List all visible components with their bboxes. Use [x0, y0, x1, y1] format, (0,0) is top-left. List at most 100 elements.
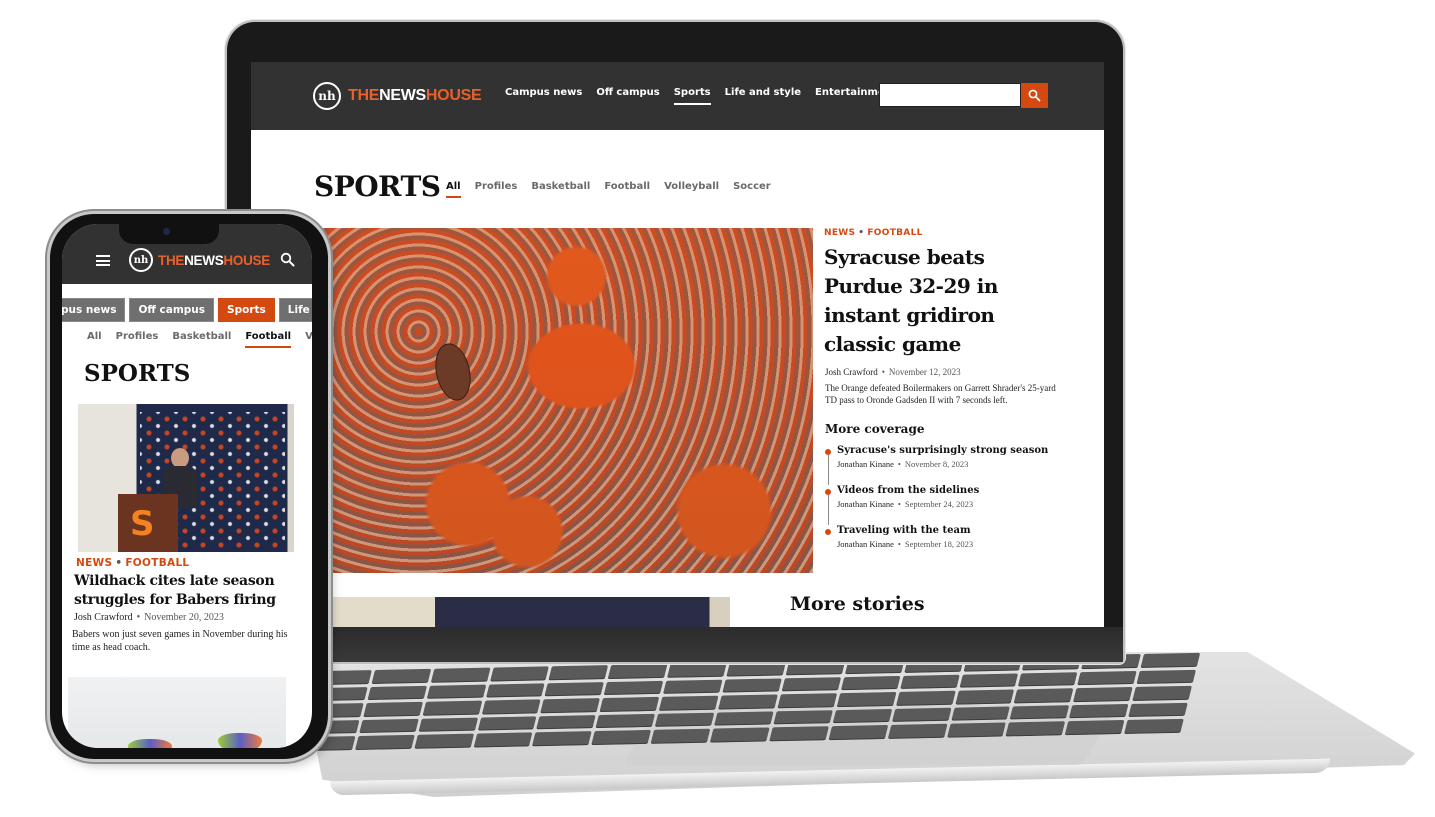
tab-profiles[interactable]: Profiles: [116, 331, 159, 342]
tab-soccer[interactable]: Soccer: [733, 181, 771, 192]
article-summary: Babers won just seven games in November …: [72, 629, 288, 653]
nav-off-campus[interactable]: Off campus: [596, 87, 659, 102]
keyboard-key: [840, 675, 901, 691]
keyboard-key: [899, 674, 960, 690]
publish-date: November 20, 2023: [144, 612, 224, 623]
keyboard-key: [836, 692, 897, 707]
keyboard-key: [544, 681, 605, 697]
kicker-section[interactable]: NEWS: [824, 228, 855, 238]
section-nav: pus news Off campus Sports Life and s: [62, 298, 312, 322]
keyboard-key: [950, 706, 1011, 722]
coverage-item[interactable]: Syracuse's surprisingly strong season Jo…: [825, 445, 1055, 485]
keyboard-key: [371, 668, 431, 684]
featured-headline[interactable]: Syracuse beats Purdue 32-29 in instant g…: [824, 243, 1034, 359]
shoe-image: [218, 733, 262, 748]
keyboard-key: [785, 660, 846, 675]
keyboard-key: [887, 724, 948, 739]
coverage-title[interactable]: Syracuse's surprisingly strong season: [837, 445, 1055, 456]
tab-football[interactable]: Football: [245, 331, 291, 348]
tab-profiles[interactable]: Profiles: [475, 181, 518, 192]
football-image: [430, 340, 476, 404]
kicker-section[interactable]: NEWS: [76, 557, 112, 569]
article-kicker: NEWS • FOOTBALL: [76, 557, 190, 569]
tab-basketball[interactable]: Basketball: [172, 331, 231, 342]
kicker-topic[interactable]: FOOTBALL: [867, 228, 922, 238]
tab-football[interactable]: Football: [604, 181, 650, 192]
keyboard-key: [367, 685, 427, 701]
tab-basketball[interactable]: Basketball: [531, 181, 590, 192]
coverage-title[interactable]: Videos from the sidelines: [837, 485, 1055, 496]
more-stories-heading: More stories: [790, 593, 925, 615]
logo-wordmark: THENEWSHOUSE: [158, 252, 270, 268]
nav-sports[interactable]: Sports: [218, 298, 275, 322]
article-headline[interactable]: Wildhack cites late season struggles for…: [74, 572, 304, 610]
keyboard-key: [354, 735, 415, 750]
story-photo[interactable]: [320, 597, 730, 627]
laptop-bezel-bottom: [227, 627, 1123, 662]
keyboard-key: [430, 667, 491, 683]
keyboard-key: [773, 709, 833, 725]
nav-campus-news[interactable]: Campus news: [505, 87, 582, 102]
site-header: nh THENEWSHOUSE Campus news Off campus S…: [251, 62, 1104, 130]
page-title: SPORTS: [84, 360, 191, 387]
coverage-title[interactable]: Traveling with the team: [837, 525, 1055, 536]
keyboard-key: [714, 711, 774, 726]
tab-volleyball[interactable]: Volleyball: [664, 181, 719, 192]
keyboard-key: [1077, 670, 1137, 686]
nav-sports[interactable]: Sports: [673, 87, 711, 105]
keyboard-key: [418, 717, 478, 733]
keyboard-key: [1136, 669, 1197, 685]
keyboard-key: [832, 708, 892, 724]
search-input[interactable]: [879, 83, 1021, 107]
keyboard-key: [726, 661, 787, 677]
tab-volleyball[interactable]: Voll: [305, 331, 312, 342]
tab-all[interactable]: All: [87, 331, 102, 342]
keyboard-key: [422, 700, 482, 716]
keyboard-key: [722, 678, 782, 693]
nav-life-and-style[interactable]: Life and s: [278, 298, 312, 322]
story-photo[interactable]: [68, 677, 286, 748]
keyboard-key: [359, 718, 419, 734]
publish-date: November 12, 2023: [888, 367, 961, 377]
search-icon: [1028, 89, 1041, 102]
search-button[interactable]: [1021, 83, 1048, 108]
author[interactable]: Josh Crawford: [825, 367, 878, 377]
coverage-meta: Jonathan Kinane • September 24, 2023: [837, 499, 974, 509]
keyboard-key: [481, 699, 542, 715]
featured-summary: The Orange defeated Boilermakers on Garr…: [825, 383, 1056, 405]
coverage-item[interactable]: Videos from the sidelines Jonathan Kinan…: [825, 485, 1055, 525]
keyboard-key: [781, 676, 842, 692]
keyboard-key: [540, 698, 601, 714]
kicker-topic[interactable]: FOOTBALL: [125, 557, 189, 569]
search-button[interactable]: [280, 252, 295, 272]
more-coverage-heading: More coverage: [825, 422, 925, 436]
tab-all[interactable]: All: [446, 181, 461, 198]
article-photo[interactable]: S: [78, 404, 294, 552]
article-byline: Josh Crawford • November 20, 2023: [74, 612, 224, 623]
site-logo[interactable]: nh THENEWSHOUSE: [129, 248, 270, 272]
keyboard-key: [895, 690, 956, 706]
keyboard-key: [595, 713, 656, 729]
keyboard-key: [1069, 703, 1129, 719]
keyboard-key: [599, 697, 660, 712]
keyboard-key: [591, 730, 652, 746]
more-coverage-list: Syracuse's surprisingly strong season Jo…: [825, 445, 1055, 565]
author[interactable]: Josh Crawford: [74, 612, 133, 623]
keyboard-key: [654, 712, 715, 728]
site-logo[interactable]: nh THENEWSHOUSE: [313, 82, 482, 110]
menu-icon[interactable]: [96, 255, 110, 266]
coverage-item[interactable]: Traveling with the team Jonathan Kinane •…: [825, 525, 1055, 565]
nav-campus-news[interactable]: pus news: [62, 298, 126, 322]
keyboard-key: [777, 693, 837, 709]
nav-life-and-style[interactable]: Life and style: [725, 87, 801, 102]
phone-screen: nh THENEWSHOUSE pus news Off campus Spor…: [62, 224, 312, 748]
keyboard-key: [426, 684, 487, 699]
page-title: SPORTS: [314, 170, 441, 203]
nav-off-campus[interactable]: Off campus: [129, 298, 215, 322]
keyboard-key: [667, 662, 727, 678]
keyboard-key: [1009, 705, 1070, 720]
laptop-screen: nh THENEWSHOUSE Campus news Off campus S…: [251, 62, 1104, 627]
article-kicker: NEWS • FOOTBALL: [824, 228, 923, 238]
keyboard-key: [1124, 719, 1184, 734]
featured-article-photo[interactable]: [320, 228, 813, 573]
